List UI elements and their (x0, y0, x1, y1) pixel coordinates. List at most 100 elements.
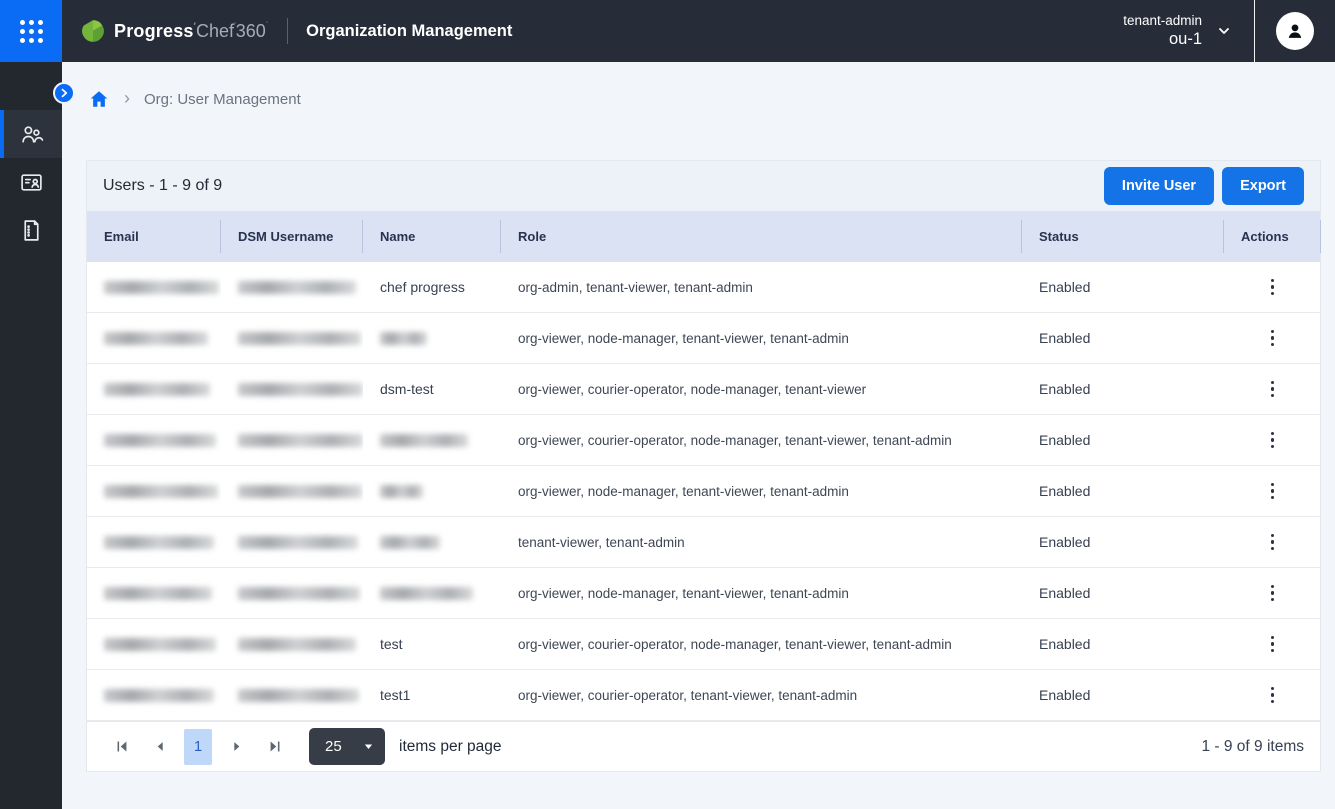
name-cell (363, 466, 501, 516)
redacted-dsm-username (238, 332, 361, 345)
redacted-dsm-username (238, 587, 360, 600)
email-cell (87, 262, 221, 312)
chevron-right-icon (58, 87, 70, 99)
export-button[interactable]: Export (1222, 167, 1304, 205)
tenant-switcher-dropdown[interactable]: tenant-admin ou-1 (1101, 12, 1254, 50)
license-doc-icon (19, 218, 44, 243)
chevron-down-icon (1216, 23, 1232, 39)
name-cell (363, 415, 501, 465)
redacted-name (380, 485, 423, 498)
row-actions-kebab-button[interactable] (1263, 375, 1283, 404)
sidebar-item-users[interactable] (0, 110, 62, 158)
tenant-role-label: tenant-admin (1123, 12, 1202, 29)
name-cell: dsm-test (363, 364, 501, 414)
user-name: chef progress (380, 279, 465, 295)
pager: 1 25 items (103, 728, 502, 765)
name-cell (363, 517, 501, 567)
sidebar-nav (0, 62, 62, 809)
redacted-dsm-username (238, 485, 362, 498)
table-row: org-viewer, node-manager, tenant-viewer,… (87, 466, 1320, 517)
redacted-dsm-username (238, 689, 359, 702)
column-header-email[interactable]: Email (87, 211, 221, 262)
column-header-name[interactable]: Name (363, 211, 501, 262)
redacted-email (104, 383, 210, 396)
table-header-row: Email DSM Username Name Role Status Acti… (87, 211, 1320, 262)
redacted-email (104, 434, 216, 447)
role-cell: tenant-viewer, tenant-admin (501, 517, 1022, 567)
sidebar-expand-button[interactable] (53, 82, 75, 104)
previous-page-icon (153, 739, 168, 754)
first-page-button[interactable] (103, 729, 141, 765)
dsm-username-cell (221, 364, 363, 414)
row-actions-kebab-button[interactable] (1263, 324, 1283, 353)
email-cell (87, 517, 221, 567)
first-page-icon (114, 738, 131, 755)
last-page-button[interactable] (255, 729, 293, 765)
page-size-dropdown[interactable]: 25 (309, 728, 385, 765)
breadcrumb-home-link[interactable] (88, 88, 110, 110)
name-cell: chef progress (363, 262, 501, 312)
dsm-username-cell (221, 517, 363, 567)
name-cell (363, 313, 501, 363)
redacted-dsm-username (238, 281, 356, 294)
table-row: org-viewer, node-manager, tenant-viewer,… (87, 313, 1320, 364)
top-header: ProgressChef360 Organization Management … (0, 0, 1335, 62)
breadcrumb-separator-icon: › (124, 88, 130, 109)
row-actions-kebab-button[interactable] (1263, 681, 1283, 710)
name-cell: test (363, 619, 501, 669)
table-row: test org-viewer, courier-operator, node-… (87, 619, 1320, 670)
redacted-name (380, 587, 473, 600)
invite-user-button[interactable]: Invite User (1104, 167, 1214, 205)
row-actions-kebab-button[interactable] (1263, 579, 1283, 608)
actions-cell (1224, 619, 1321, 669)
actions-cell (1224, 466, 1321, 516)
org-unit-label: ou-1 (1169, 29, 1202, 50)
dsm-username-cell (221, 262, 363, 312)
redacted-name (380, 536, 440, 549)
status-cell: Enabled (1022, 670, 1224, 720)
table-body: chef progress org-admin, tenant-viewer, … (87, 262, 1320, 721)
app-grid-icon (20, 20, 43, 43)
user-menu-button[interactable] (1254, 0, 1335, 62)
dsm-username-cell (221, 670, 363, 720)
email-cell (87, 568, 221, 618)
email-cell (87, 670, 221, 720)
dsm-username-cell (221, 619, 363, 669)
sidebar-item-id-card[interactable] (0, 158, 62, 206)
row-actions-kebab-button[interactable] (1263, 630, 1283, 659)
column-header-actions: Actions (1224, 211, 1321, 262)
brand-360-text: 360 (236, 21, 269, 42)
next-page-button[interactable] (217, 729, 255, 765)
row-actions-kebab-button[interactable] (1263, 477, 1283, 506)
row-actions-kebab-button[interactable] (1263, 528, 1283, 557)
app-title: Organization Management (306, 22, 512, 41)
brand-progress-text: Progress (114, 21, 196, 42)
email-cell (87, 619, 221, 669)
column-header-dsm-username[interactable]: DSM Username (221, 211, 363, 262)
redacted-email (104, 332, 208, 345)
actions-cell (1224, 568, 1321, 618)
user-name: test (380, 636, 403, 652)
sidebar-item-license[interactable] (0, 206, 62, 254)
actions-cell (1224, 364, 1321, 414)
redacted-email (104, 638, 216, 651)
actions-cell (1224, 415, 1321, 465)
table-row: tenant-viewer, tenant-admin Enabled (87, 517, 1320, 568)
row-actions-kebab-button[interactable] (1263, 273, 1283, 302)
previous-page-button[interactable] (141, 729, 179, 765)
row-actions-kebab-button[interactable] (1263, 426, 1283, 455)
brand-logo: ProgressChef360 (80, 18, 269, 44)
redacted-dsm-username (238, 383, 363, 396)
email-cell (87, 415, 221, 465)
status-cell: Enabled (1022, 364, 1224, 414)
column-header-role[interactable]: Role (501, 211, 1022, 262)
app-launcher-button[interactable] (0, 0, 62, 62)
status-cell: Enabled (1022, 568, 1224, 618)
page-number-button[interactable]: 1 (184, 729, 212, 765)
dsm-username-cell (221, 568, 363, 618)
redacted-email (104, 485, 218, 498)
brand-chef-text: Chef (196, 21, 236, 42)
redacted-email (104, 587, 212, 600)
column-header-status[interactable]: Status (1022, 211, 1224, 262)
role-cell: org-viewer, courier-operator, tenant-vie… (501, 670, 1022, 720)
